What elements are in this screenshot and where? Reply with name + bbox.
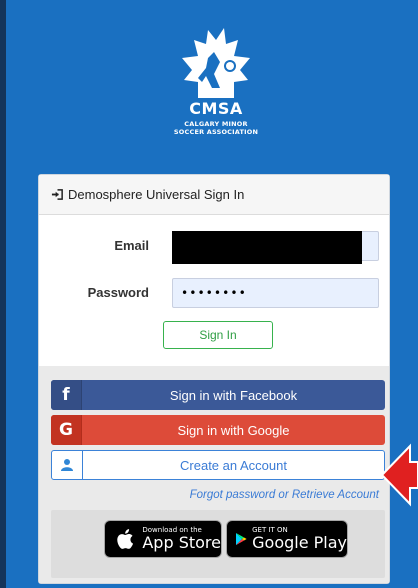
facebook-icon: f — [51, 380, 82, 410]
play-store-icon — [236, 532, 247, 546]
card-header: Demosphere Universal Sign In — [39, 175, 389, 215]
logo-subtitle-line2: SOCCER ASSOCIATION — [173, 128, 259, 136]
google-sign-in-label: Sign in with Google — [177, 422, 290, 438]
create-account-label: Create an Account — [180, 457, 287, 473]
logo-title: CMSA — [189, 99, 243, 118]
google-icon: G — [51, 415, 82, 445]
left-edge-strip — [0, 0, 6, 588]
google-play-badge[interactable]: GET IT ON Google Play — [226, 520, 348, 558]
password-field[interactable] — [172, 278, 379, 308]
password-label: Password — [87, 285, 149, 300]
google-play-big-text: Google Play — [252, 533, 347, 552]
app-store-badge[interactable]: Download on the App Store — [104, 520, 222, 558]
email-redaction — [172, 231, 362, 264]
sign-in-card: Demosphere Universal Sign In Email Passw… — [38, 174, 390, 584]
apple-icon — [117, 529, 134, 549]
sign-in-button[interactable]: Sign In — [163, 321, 273, 349]
app-store-big-text: App Store — [142, 533, 221, 552]
facebook-sign-in-label: Sign in with Facebook — [169, 387, 298, 403]
sign-in-icon — [51, 189, 63, 200]
logo-subtitle-line1: CALGARY MINOR — [184, 120, 248, 128]
user-icon — [52, 451, 83, 479]
create-account-button[interactable]: Create an Account — [51, 450, 385, 480]
google-sign-in-button[interactable]: G Sign in with Google — [51, 415, 385, 445]
red-arrow-annotation-icon — [380, 443, 418, 507]
forgot-password-link[interactable]: Forgot password or Retrieve Account — [139, 489, 379, 501]
app-store-badges: Download on the App Store GET IT ON Goog… — [51, 510, 385, 578]
email-label: Email — [114, 238, 149, 253]
card-title: Demosphere Universal Sign In — [68, 187, 245, 202]
facebook-sign-in-button[interactable]: f Sign in with Facebook — [51, 380, 385, 410]
